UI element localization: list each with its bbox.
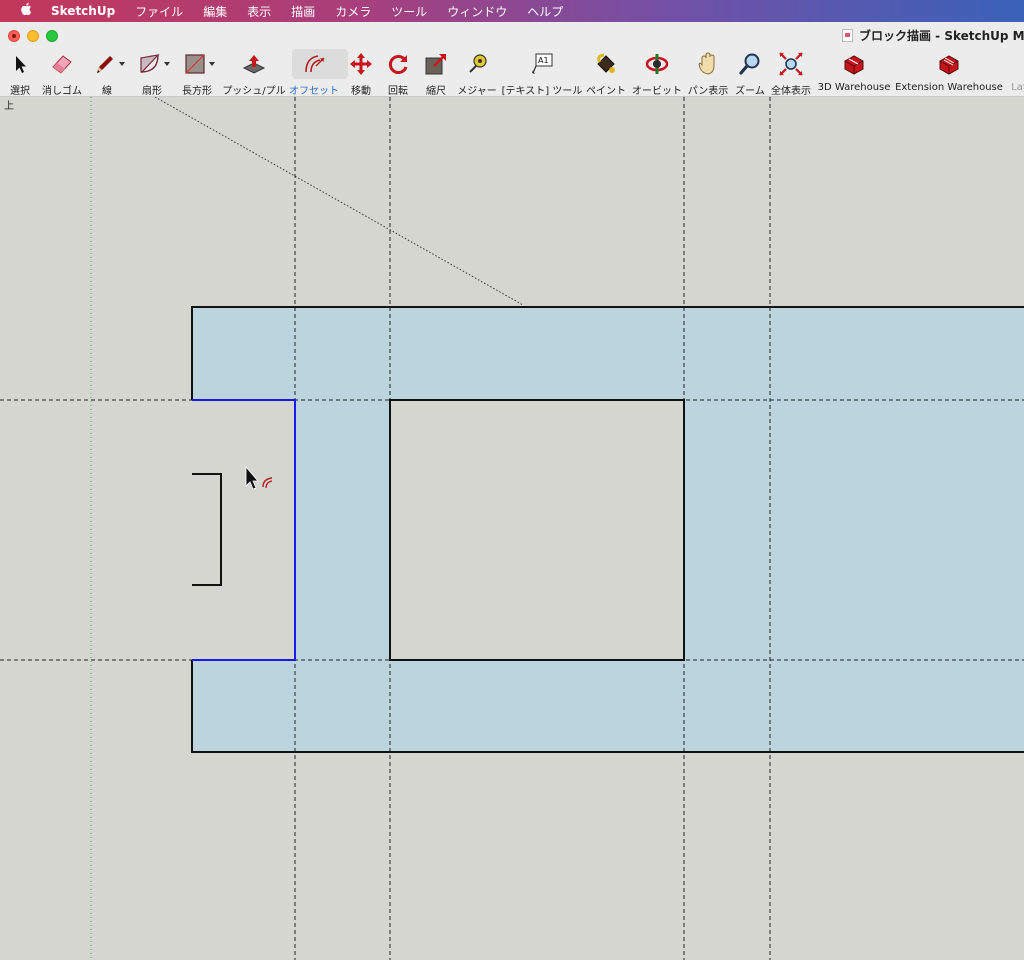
tool-push-pull-label: プッシュ/プル (222, 86, 286, 97)
view-label: 上 (4, 101, 14, 112)
rectangle-dropdown-icon[interactable] (209, 62, 215, 66)
tool-pan-label: パン表示 (687, 86, 729, 97)
minimize-window-button[interactable] (27, 30, 39, 42)
tool-scale-label: 縮尺 (426, 86, 446, 97)
document-icon (842, 29, 853, 42)
zoom-magnifier-icon (739, 53, 760, 75)
menu-camera[interactable]: カメラ (335, 3, 371, 20)
menu-tools[interactable]: ツール (391, 3, 427, 20)
tool-layout-label: Lay (1011, 82, 1024, 93)
extension-warehouse-icon (939, 55, 959, 75)
tape-measure-icon (469, 54, 487, 73)
window-title: ブロック描画 - SketchUp Mak (842, 27, 1024, 44)
menu-file[interactable]: ファイル (135, 3, 183, 20)
3d-warehouse-icon (844, 55, 864, 75)
tool-zoom-label: ズーム (735, 86, 765, 97)
push-pull-icon (242, 55, 266, 74)
offset-icon (305, 55, 325, 73)
window-title-text: ブロック描画 - SketchUp Mak (859, 29, 1024, 43)
menu-edit[interactable]: 編集 (203, 3, 227, 20)
tool-paint-bucket-label: ペイント (586, 86, 626, 97)
zoom-window-button[interactable] (46, 30, 58, 42)
menu-help[interactable]: ヘルプ (527, 3, 563, 20)
line-dropdown-icon[interactable] (119, 62, 125, 66)
select-arrow-icon (16, 56, 26, 73)
text-tool-icon: A1 (532, 53, 553, 74)
tool-tape-measure-label: メジャー (457, 86, 497, 97)
pan-hand-icon (698, 52, 715, 75)
orbit-icon (645, 54, 669, 74)
menu-bar: SketchUp ファイル 編集 表示 描画 カメラ ツール ウィンドウ ヘルプ (0, 0, 1024, 22)
tool-zoom-extents-label: 全体表示 (771, 86, 811, 97)
zoom-extents-icon (779, 52, 803, 76)
tool-extension-warehouse-label: Extension Warehouse (895, 82, 1003, 93)
drawing-viewport[interactable] (0, 97, 1024, 960)
close-window-button[interactable] (8, 30, 20, 42)
tool-eraser-label: 消しゴム (42, 86, 82, 97)
menu-window[interactable]: ウィンドウ (447, 3, 507, 20)
tool-text-label: [テキスト] ツール (501, 86, 583, 97)
eraser-icon (52, 55, 72, 74)
arc-icon (140, 54, 160, 73)
text-tool-badge: A1 (538, 56, 549, 65)
apple-icon[interactable] (17, 2, 35, 20)
window-titlebar: ブロック描画 - SketchUp Mak (0, 22, 1024, 49)
scale-icon (425, 54, 446, 75)
rotate-icon (388, 55, 408, 74)
paint-bucket-icon (597, 53, 615, 73)
tool-offset-label: オフセット (289, 86, 339, 97)
rectangle-icon (185, 54, 205, 74)
app-menu[interactable]: SketchUp (51, 4, 115, 18)
tool-arc-label: 扇形 (142, 86, 162, 97)
move-icon (350, 53, 372, 75)
tool-3d-warehouse-label: 3D Warehouse (817, 82, 891, 93)
menu-view[interactable]: 表示 (247, 3, 271, 20)
pencil-icon (97, 56, 113, 73)
arc-dropdown-icon[interactable] (164, 62, 170, 66)
tool-move-label: 移動 (351, 86, 371, 97)
menu-draw[interactable]: 描画 (291, 3, 315, 20)
tool-rotate-label: 回転 (388, 86, 408, 97)
tool-rectangle-label: 長方形 (182, 86, 212, 97)
large-tool-set-toolbar: 選択 消しゴム 線 扇形 長方形 プッシュ/プル オフセット 移動 回転 縮尺 … (0, 48, 1024, 97)
tool-select-label: 選択 (10, 86, 30, 97)
tool-line-label: 線 (102, 86, 112, 97)
tool-orbit-label: オービット (632, 86, 682, 97)
